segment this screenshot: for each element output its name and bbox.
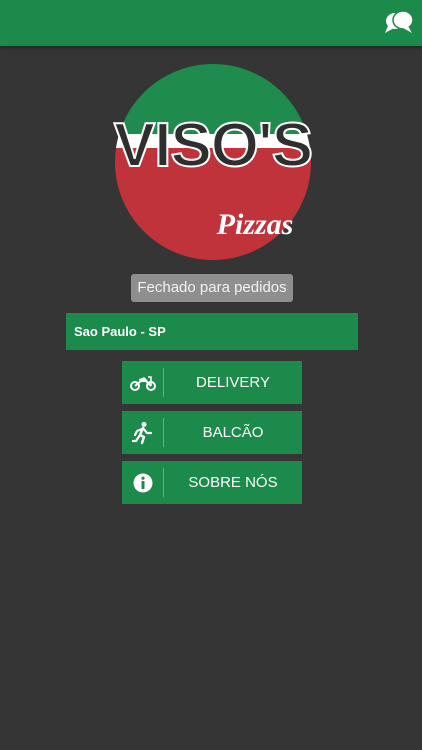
- delivery-button[interactable]: DELIVERY: [122, 361, 302, 404]
- order-status-badge: Fechado para pedidos: [131, 274, 293, 302]
- logo-sub-text: Pizzas: [216, 208, 294, 241]
- app-header: [0, 0, 422, 46]
- chat-bubbles-icon: [385, 10, 414, 33]
- balcao-button[interactable]: BALCÃO: [122, 411, 302, 454]
- motorcycle-icon: [129, 375, 156, 391]
- balcao-label: BALCÃO: [202, 424, 264, 441]
- chat-button[interactable]: [384, 9, 414, 37]
- restaurant-logo: VISO'S Pizzas: [113, 62, 314, 262]
- info-icon: [133, 473, 152, 492]
- walking-person-icon: [131, 421, 152, 444]
- location-selector[interactable]: Sao Paulo - SP: [66, 313, 358, 350]
- delivery-label: DELIVERY: [196, 374, 270, 391]
- logo-brand-text: VISO'S: [114, 111, 312, 180]
- sobre-nos-button[interactable]: SOBRE NÓS: [122, 461, 302, 504]
- sobre-nos-label: SOBRE NÓS: [188, 474, 278, 491]
